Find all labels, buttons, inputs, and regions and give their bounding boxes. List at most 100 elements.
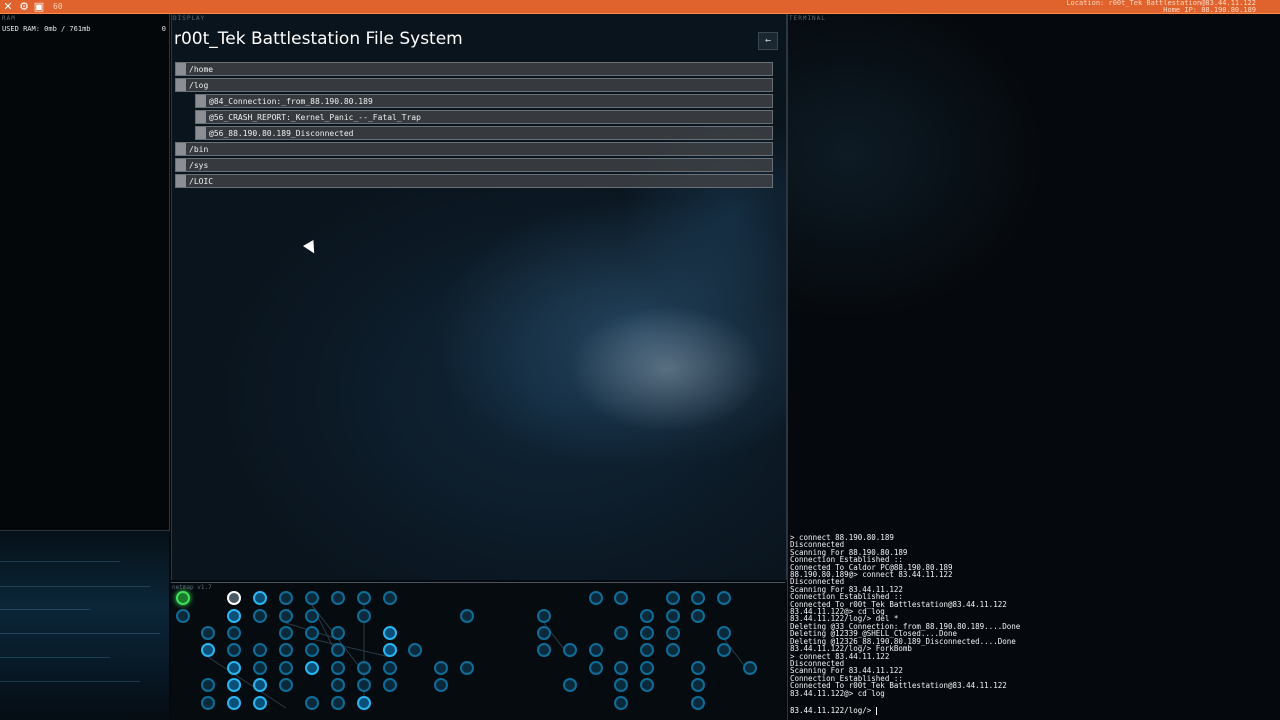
network-node[interactable] — [253, 643, 267, 657]
network-node[interactable] — [253, 661, 267, 675]
network-node[interactable] — [614, 591, 628, 605]
network-node[interactable] — [253, 591, 267, 605]
current-node[interactable] — [227, 591, 241, 605]
folder-log[interactable]: /log — [175, 78, 773, 92]
network-node[interactable] — [176, 609, 190, 623]
network-node[interactable] — [253, 678, 267, 692]
network-node[interactable] — [434, 661, 448, 675]
network-node[interactable] — [357, 609, 371, 623]
network-node[interactable] — [640, 626, 654, 640]
network-node[interactable] — [305, 609, 319, 623]
network-node[interactable] — [357, 591, 371, 605]
network-node[interactable] — [717, 626, 731, 640]
network-node[interactable] — [691, 696, 705, 710]
folder-label: /bin — [189, 145, 209, 154]
network-node[interactable] — [691, 678, 705, 692]
network-node[interactable] — [357, 678, 371, 692]
network-node[interactable] — [305, 661, 319, 675]
network-node[interactable] — [666, 626, 680, 640]
close-icon[interactable]: ✕ — [2, 0, 14, 13]
network-node[interactable] — [434, 678, 448, 692]
network-node[interactable] — [717, 643, 731, 657]
folder-sys[interactable]: /sys — [175, 158, 773, 172]
network-node[interactable] — [227, 609, 241, 623]
network-node[interactable] — [383, 661, 397, 675]
network-node[interactable] — [279, 626, 293, 640]
network-node[interactable] — [537, 609, 551, 623]
gear-icon[interactable]: ⚙ — [17, 0, 31, 13]
network-node[interactable] — [691, 591, 705, 605]
network-node[interactable] — [743, 661, 757, 675]
network-node[interactable] — [717, 591, 731, 605]
network-node[interactable] — [537, 626, 551, 640]
network-node[interactable] — [614, 626, 628, 640]
network-node[interactable] — [640, 678, 654, 692]
network-node[interactable] — [666, 591, 680, 605]
folder-bin[interactable]: /bin — [175, 142, 773, 156]
network-node[interactable] — [460, 661, 474, 675]
network-node[interactable] — [305, 591, 319, 605]
network-node[interactable] — [331, 678, 345, 692]
file-row[interactable]: @84_Connection:_from_88.190.80.189 — [195, 94, 773, 108]
folder-tab — [176, 143, 186, 155]
network-node[interactable] — [614, 661, 628, 675]
folder-loic[interactable]: /LOIC — [175, 174, 773, 188]
network-node[interactable] — [253, 609, 267, 623]
network-node[interactable] — [305, 643, 319, 657]
network-node[interactable] — [383, 626, 397, 640]
network-node[interactable] — [460, 609, 474, 623]
network-node[interactable] — [640, 661, 654, 675]
network-node[interactable] — [589, 661, 603, 675]
network-node[interactable] — [279, 591, 293, 605]
home-node[interactable] — [176, 591, 190, 605]
network-node[interactable] — [331, 591, 345, 605]
network-node[interactable] — [279, 678, 293, 692]
file-row[interactable]: @56_CRASH_REPORT:_Kernel_Panic_--_Fatal_… — [195, 110, 773, 124]
network-node[interactable] — [201, 696, 215, 710]
network-node[interactable] — [383, 678, 397, 692]
network-node[interactable] — [357, 661, 371, 675]
network-node[interactable] — [227, 661, 241, 675]
terminal-panel[interactable]: TERMINAL > connect 88.190.80.189 Disconne… — [787, 14, 1280, 720]
network-node[interactable] — [640, 643, 654, 657]
network-node[interactable] — [201, 678, 215, 692]
back-button[interactable]: ← — [758, 32, 778, 50]
save-icon[interactable]: ▣ — [33, 0, 45, 13]
network-node[interactable] — [227, 626, 241, 640]
network-node[interactable] — [253, 696, 267, 710]
network-node[interactable] — [201, 626, 215, 640]
network-node[interactable] — [331, 696, 345, 710]
file-row[interactable]: @56_88.190.80.189_Disconnected — [195, 126, 773, 140]
network-node[interactable] — [614, 678, 628, 692]
network-node[interactable] — [589, 591, 603, 605]
network-node[interactable] — [279, 643, 293, 657]
network-node[interactable] — [563, 678, 577, 692]
network-node[interactable] — [279, 609, 293, 623]
fps-counter: 60 — [53, 2, 63, 11]
network-node[interactable] — [201, 643, 215, 657]
network-node[interactable] — [537, 643, 551, 657]
network-node[interactable] — [563, 643, 577, 657]
network-node[interactable] — [331, 643, 345, 657]
network-node[interactable] — [383, 643, 397, 657]
network-node[interactable] — [383, 591, 397, 605]
network-node[interactable] — [408, 643, 422, 657]
network-node[interactable] — [640, 609, 654, 623]
network-node[interactable] — [614, 696, 628, 710]
network-node[interactable] — [666, 643, 680, 657]
network-node[interactable] — [691, 609, 705, 623]
network-node[interactable] — [691, 661, 705, 675]
terminal-prompt[interactable]: 83.44.11.122/log/> — [790, 706, 877, 715]
network-node[interactable] — [331, 626, 345, 640]
network-node[interactable] — [227, 643, 241, 657]
network-node[interactable] — [305, 696, 319, 710]
network-node[interactable] — [227, 696, 241, 710]
network-node[interactable] — [279, 661, 293, 675]
network-node[interactable] — [589, 643, 603, 657]
network-node[interactable] — [227, 678, 241, 692]
network-node[interactable] — [666, 609, 680, 623]
network-node[interactable] — [331, 661, 345, 675]
network-node[interactable] — [305, 626, 319, 640]
network-node[interactable] — [357, 696, 371, 710]
folder-home[interactable]: /home — [175, 62, 773, 76]
